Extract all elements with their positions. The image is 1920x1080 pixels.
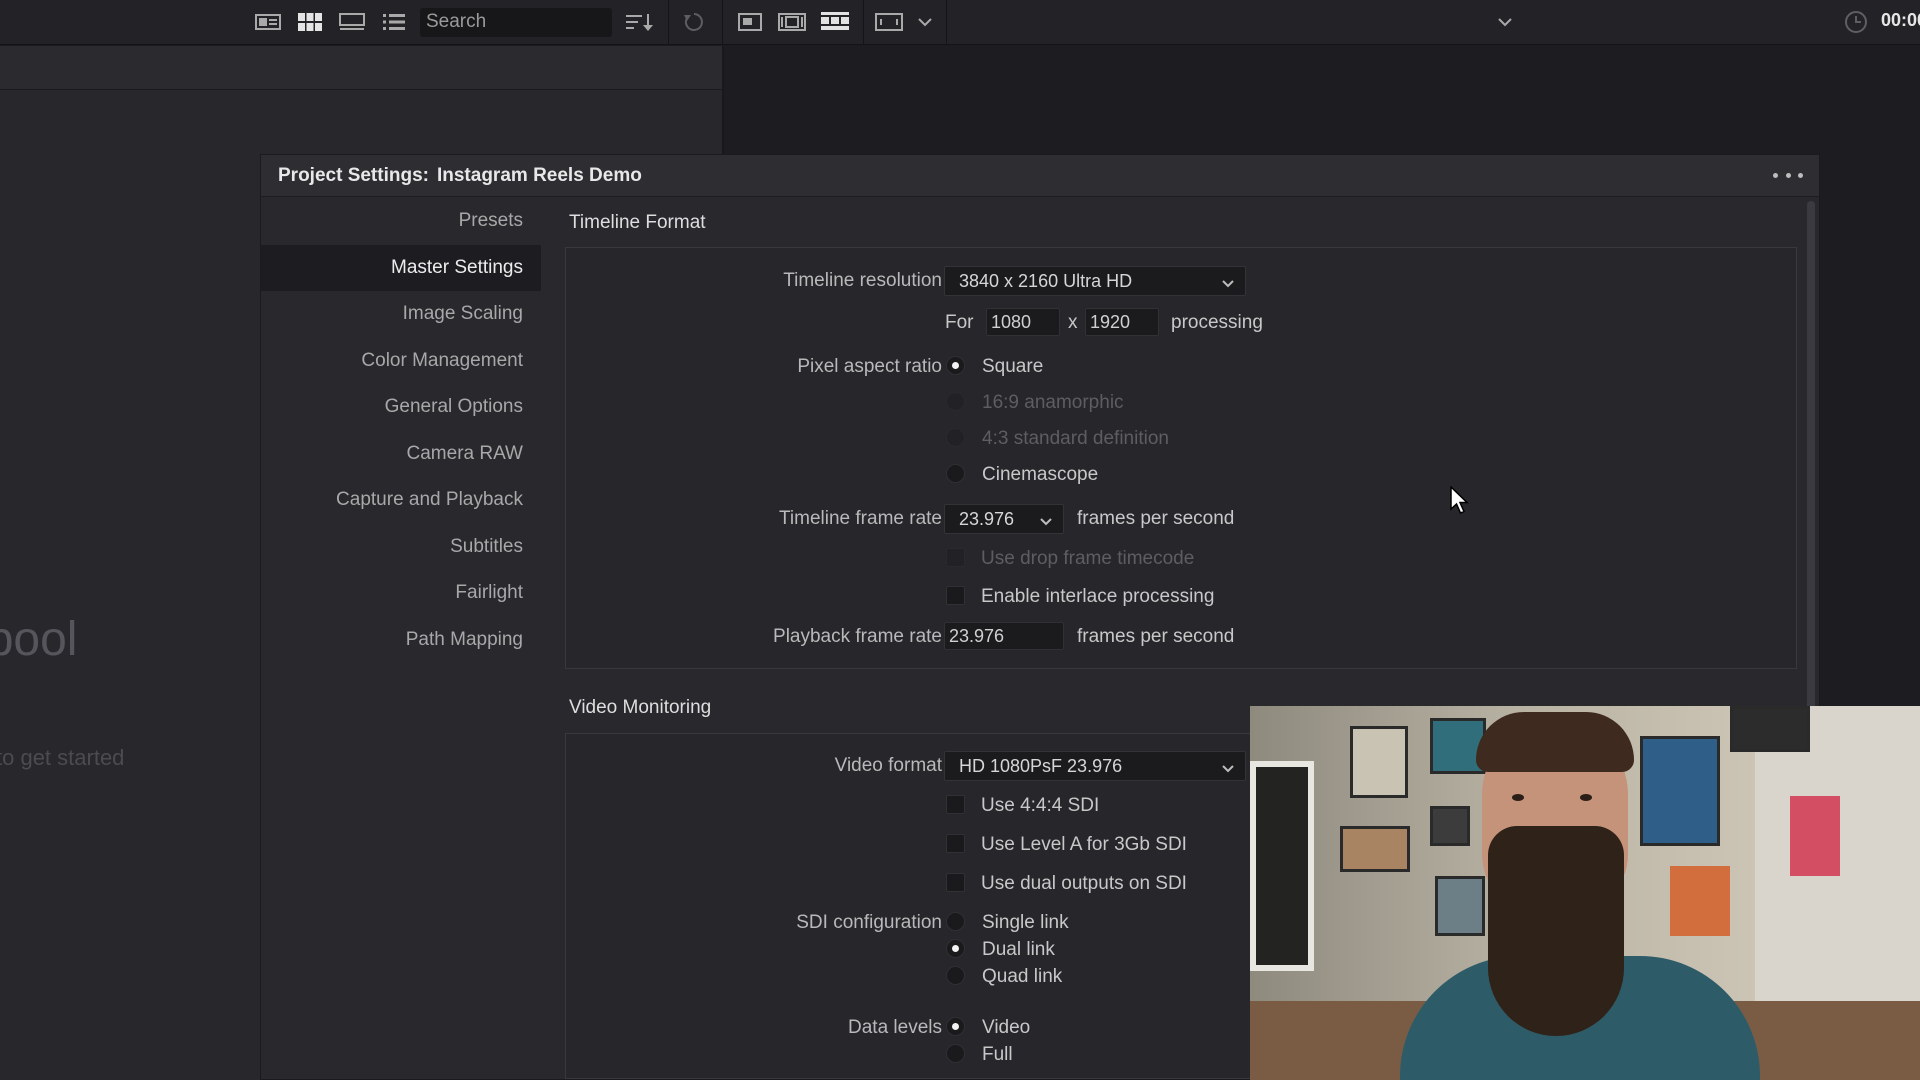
drop-frame-checkbox [946,548,965,567]
timeline-width-field[interactable]: 1080 [986,308,1060,336]
radio-data-full-label: Full [982,1044,1013,1065]
interlace-checkbox[interactable] [946,586,965,605]
use-444-sdi-label: Use 4:4:4 SDI [981,795,1100,816]
top-toolbar: Search 00:00 [0,0,1920,45]
use-dual-outputs-label: Use dual outputs on SDI [981,873,1187,894]
radio-data-video-label: Video [982,1017,1031,1038]
radio-16-9-anamorphic-label: 16:9 anamorphic [982,392,1124,413]
more-options-icon[interactable] [1773,165,1803,185]
use-444-sdi-checkbox[interactable] [946,795,965,814]
timeline-frame-rate-label: Timeline frame rate [779,508,942,529]
data-levels-label: Data levels [848,1017,942,1038]
timeline-viewer-icon[interactable] [821,10,849,34]
chevron-down-icon[interactable] [1491,10,1519,34]
timeline-frame-rate-value: 23.976 [959,509,1015,529]
media-pool-hint: to get started [0,745,125,770]
dialog-title-prefix: Project Settings: [278,165,429,186]
times-label: x [1068,312,1078,333]
view-metadata-icon[interactable] [254,10,282,34]
timeline-frame-rate-dropdown[interactable]: 23.976 [944,504,1064,534]
radio-16-9-anamorphic [946,392,965,411]
media-pool-title: ia pool [0,613,78,666]
timeline-format-title: Timeline Format [569,212,706,233]
radio-dual-link[interactable] [946,939,965,958]
media-pool-header [0,46,722,90]
radio-single-link-label: Single link [982,912,1069,933]
presenter-beard [1488,826,1624,1036]
radio-4-3-standard-label: 4:3 standard definition [982,428,1169,449]
radio-data-video[interactable] [946,1017,965,1036]
playback-frame-rate-label: Playback frame rate [773,626,942,647]
nav-item-general-options[interactable]: General Options [261,384,541,431]
video-format-dropdown[interactable]: HD 1080PsF 23.976 [944,751,1246,781]
use-level-a-label: Use Level A for 3Gb SDI [981,834,1187,855]
radio-cinemascope-label: Cinemascope [982,464,1099,485]
nav-item-presets[interactable]: Presets [261,198,541,245]
frames-per-second-label: frames per second [1077,508,1235,529]
timecode-readout: 00:00 [1881,10,1920,30]
nav-item-camera-raw[interactable]: Camera RAW [261,431,541,478]
viewer-mode-icon[interactable] [875,10,903,34]
sdi-configuration-label: SDI configuration [796,912,942,933]
dialog-title: Project Settings: Instagram Reels Demo [278,165,642,187]
background-monitor [1250,761,1314,971]
for-label: For [945,312,974,333]
dialog-titlebar[interactable]: Project Settings: Instagram Reels Demo [261,155,1819,197]
playback-fps-label: frames per second [1077,626,1235,647]
radio-quad-link[interactable] [946,966,965,985]
radio-square-label: Square [982,356,1044,377]
scrollbar[interactable] [1807,201,1815,721]
timeline-resolution-dropdown[interactable]: 3840 x 2160 Ultra HD [944,266,1246,296]
nav-item-master-settings[interactable]: Master Settings [261,244,541,291]
timeline-height-field[interactable]: 1920 [1085,308,1159,336]
nav-item-path-mapping[interactable]: Path Mapping [261,617,541,664]
refresh-icon[interactable] [680,10,708,34]
video-format-value: HD 1080PsF 23.976 [959,756,1123,776]
playback-frame-rate-field[interactable]: 23.976 [944,622,1064,650]
nav-item-capture-and-playback[interactable]: Capture and Playback [261,477,541,524]
radio-dual-link-label: Dual link [982,939,1055,960]
view-filmstrip-icon[interactable] [338,10,366,34]
timeline-resolution-value: 3840 x 2160 Ultra HD [959,271,1133,291]
nav-item-fairlight[interactable]: Fairlight [261,570,541,617]
chevron-down-icon [1039,511,1053,532]
clip-viewer-icon[interactable] [736,10,764,34]
view-grid-icon[interactable] [296,10,324,34]
filmstrip-viewer-icon[interactable] [778,10,806,34]
radio-single-link[interactable] [946,912,965,931]
nav-item-subtitles[interactable]: Subtitles [261,524,541,571]
chevron-down-icon [1221,758,1235,779]
use-level-a-checkbox[interactable] [946,834,965,853]
project-name: Instagram Reels Demo [436,165,642,186]
nav-item-color-management[interactable]: Color Management [261,338,541,385]
radio-quad-link-label: Quad link [982,966,1063,987]
pixel-aspect-ratio-label: Pixel aspect ratio [797,356,942,377]
mouse-cursor-icon [1450,485,1470,521]
timecode-icon [1842,10,1870,34]
interlace-label: Enable interlace processing [981,586,1215,607]
video-format-label: Video format [834,755,942,776]
radio-data-full[interactable] [946,1044,965,1063]
radio-cinemascope[interactable] [946,464,965,483]
nav-item-image-scaling[interactable]: Image Scaling [261,291,541,338]
webcam-overlay [1250,706,1920,1080]
radio-4-3-standard [946,428,965,447]
sort-icon[interactable] [626,10,654,34]
search-input[interactable]: Search [420,8,612,37]
drop-frame-label: Use drop frame timecode [981,548,1195,569]
view-list-icon[interactable] [380,10,408,34]
video-monitoring-title: Video Monitoring [569,697,712,718]
settings-nav: Presets Master Settings Image Scaling Co… [261,198,541,663]
chevron-down-icon [1221,273,1235,294]
radio-square[interactable] [946,356,965,375]
use-dual-outputs-checkbox[interactable] [946,873,965,892]
processing-label: processing [1171,312,1263,333]
chevron-down-icon[interactable] [911,10,939,34]
timeline-resolution-label: Timeline resolution [783,270,942,291]
